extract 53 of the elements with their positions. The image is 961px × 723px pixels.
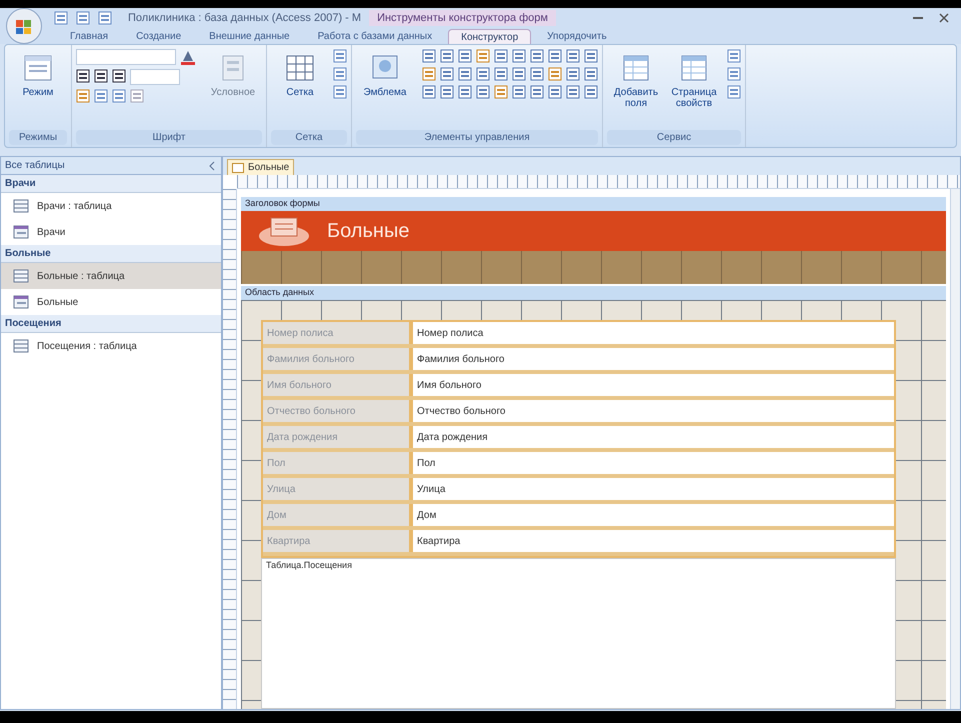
text-box[interactable]: Улица [413,478,894,500]
form-view-icon [23,53,53,83]
ribbon-group-label: Сетка [271,130,347,145]
section-bar[interactable]: Область данных [241,286,946,300]
nav-group-header[interactable]: Врачи [5,176,36,191]
ribbon-button[interactable]: Эмблема [356,49,414,98]
field-list-icon [621,53,651,83]
nav-item[interactable]: Врачи [1,219,221,245]
close-icon[interactable] [939,13,949,23]
grid-icon [285,53,315,83]
nav-group-header[interactable]: Больные [5,246,51,261]
ribbon-button[interactable]: Режим [9,49,67,98]
text-box[interactable]: Имя больного [413,374,894,396]
nav-item[interactable]: Посещения : таблица [1,333,221,359]
font-name-field[interactable] [76,49,176,65]
ribbon-group-label: Сервис [607,130,741,145]
text-box[interactable]: Номер полиса [413,322,894,344]
text-box[interactable]: Отчество больного [413,400,894,422]
text-box[interactable]: Фамилия больного [413,348,894,370]
office-button[interactable] [6,8,42,44]
text-box[interactable]: Дом [413,504,894,526]
ribbon-button[interactable]: Сетка [271,49,329,98]
context-tab-title: Инструменты конструктора форм [369,10,556,26]
document-tab[interactable]: Больные [227,159,294,175]
ribbon-tab[interactable]: Упорядочить [535,29,619,44]
ribbon-group-label: Режимы [9,130,67,145]
form-title: Больные [327,219,410,244]
ribbon-tab[interactable]: Главная [58,29,120,44]
ribbon-tab[interactable]: Создание [124,29,194,44]
section-bar[interactable]: Заголовок формы [241,197,946,211]
scroll-bar[interactable] [950,189,960,709]
window-title: Поликлиника : база данных (Access 2007) - M [128,10,362,26]
nav-item[interactable]: Больные : таблица [1,263,221,289]
font-size-field[interactable] [130,69,180,85]
form-icon [232,162,244,172]
form-icon [13,295,29,309]
text-box[interactable]: Пол [413,452,894,474]
form-icon [13,225,29,239]
ribbon-tab[interactable]: Конструктор [448,29,532,44]
nav-item[interactable]: Врачи : таблица [1,193,221,219]
ribbon-button[interactable]: Страница свойств [665,49,723,109]
ribbon-group-label: Элементы управления [356,130,598,145]
ribbon-group-label: Шрифт [76,130,262,145]
text-box[interactable]: Квартира [413,530,894,552]
text-box[interactable]: Дата рождения [413,426,894,448]
ribbon-tab[interactable]: Работа с базами данных [306,29,444,44]
nav-item[interactable]: Больные [1,289,221,315]
font-color-icon[interactable] [180,49,196,65]
field-list-icon [679,53,709,83]
collapse-icon[interactable] [207,160,217,170]
ribbon-tab[interactable]: Внешние данные [197,29,302,44]
ribbon-button[interactable]: Добавить поля [607,49,665,109]
subform-control[interactable]: Таблица.Посещения [261,558,896,709]
